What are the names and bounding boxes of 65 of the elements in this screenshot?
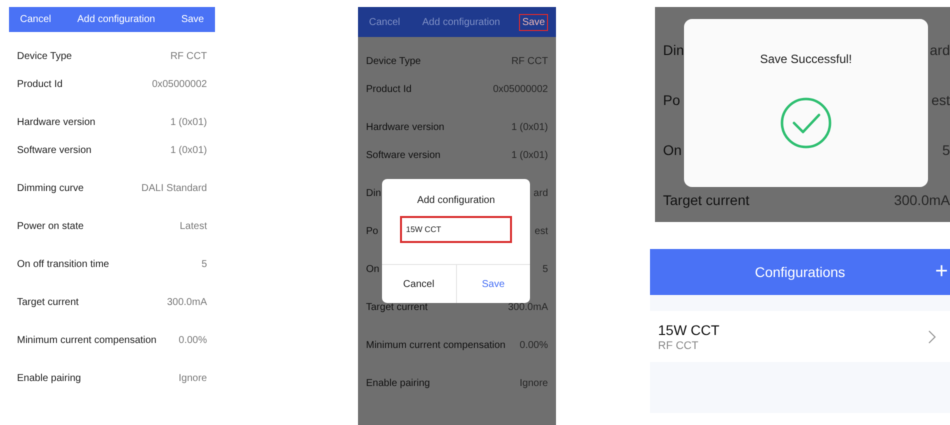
field-value: 300.0mA (894, 192, 950, 208)
configuration-name: 15W CCT (658, 322, 720, 338)
field-value[interactable]: 1 (0x01) (511, 150, 548, 160)
field-value[interactable]: 300.0mA (508, 302, 548, 312)
field-label: Din (663, 42, 684, 58)
field-label: Product Id (17, 78, 63, 90)
field-label: On off transition time (17, 258, 110, 270)
field-label: Dimming curve (17, 182, 84, 194)
field-value[interactable]: 0x05000002 (492, 84, 548, 94)
field-value[interactable]: est (534, 226, 548, 236)
field-label: Product Id (366, 84, 412, 94)
field-value[interactable]: RF CCT (170, 50, 207, 62)
configuration-item[interactable]: 15W CCT RF CCT (650, 311, 950, 362)
field-value: 5 (942, 142, 950, 158)
dialog-title: Add configuration (417, 195, 495, 206)
configuration-type: RF CCT (658, 340, 700, 352)
confirm-button[interactable]: Save (456, 265, 530, 303)
screen-title: Configurations (754, 264, 846, 280)
field-label: Enable pairing (17, 372, 81, 384)
field-label: Po (366, 226, 378, 236)
field-label: Po (663, 92, 680, 108)
field-label: Hardware version (366, 122, 444, 132)
field-value[interactable]: 0.00% (520, 340, 548, 350)
field-value[interactable]: Ignore (520, 378, 548, 388)
field-label: Target current (663, 192, 750, 208)
field-label: Enable pairing (366, 378, 430, 388)
field-label: Minimum current compensation (17, 334, 156, 346)
field-value[interactable]: 1 (0x01) (170, 144, 207, 156)
field-value[interactable]: 0.00% (178, 334, 207, 346)
save-button[interactable]: Save (519, 14, 548, 30)
field-label: Target current (17, 296, 79, 308)
field-value: ard (930, 42, 950, 58)
cancel-button[interactable]: Cancel (366, 14, 404, 30)
field-value[interactable]: 5 (542, 264, 548, 274)
field-label: Software version (17, 144, 92, 156)
check-circle-icon (779, 96, 833, 150)
screen-title: Add configuration (77, 14, 156, 25)
field-value[interactable]: 0x05000002 (152, 78, 207, 90)
field-label: Din (366, 188, 382, 198)
save-button[interactable]: Save (178, 11, 207, 28)
field-label: Target current (366, 302, 428, 312)
field-label: Minimum current compensation (366, 340, 506, 350)
success-message: Save Successful! (760, 52, 852, 66)
field-value[interactable]: Latest (180, 220, 207, 232)
cancel-button[interactable]: Cancel (17, 11, 54, 28)
field-value[interactable]: Ignore (178, 372, 207, 384)
field-label: Device Type (17, 50, 72, 62)
cancel-button[interactable]: Cancel (382, 265, 456, 303)
field-value[interactable]: ard (534, 188, 548, 198)
field-label: On (663, 142, 682, 158)
field-label: Software version (366, 150, 440, 160)
field-value[interactable]: 300.0mA (166, 296, 207, 308)
field-value[interactable]: 5 (201, 258, 207, 270)
chevron-right-icon (928, 330, 936, 344)
field-label: Hardware version (17, 116, 96, 128)
field-label: On (366, 264, 380, 274)
field-label: Power on state (17, 220, 84, 232)
add-button[interactable]: + (935, 258, 948, 284)
field-value[interactable]: RF CCT (511, 56, 548, 66)
field-value: est (931, 92, 950, 108)
field-value[interactable]: DALI Standard (141, 182, 207, 194)
screen-title: Add configuration (422, 16, 500, 28)
name-input-field[interactable]: 15W CCT (400, 216, 512, 243)
field-value[interactable]: 1 (0x01) (511, 122, 548, 132)
field-label: Device Type (366, 56, 421, 66)
